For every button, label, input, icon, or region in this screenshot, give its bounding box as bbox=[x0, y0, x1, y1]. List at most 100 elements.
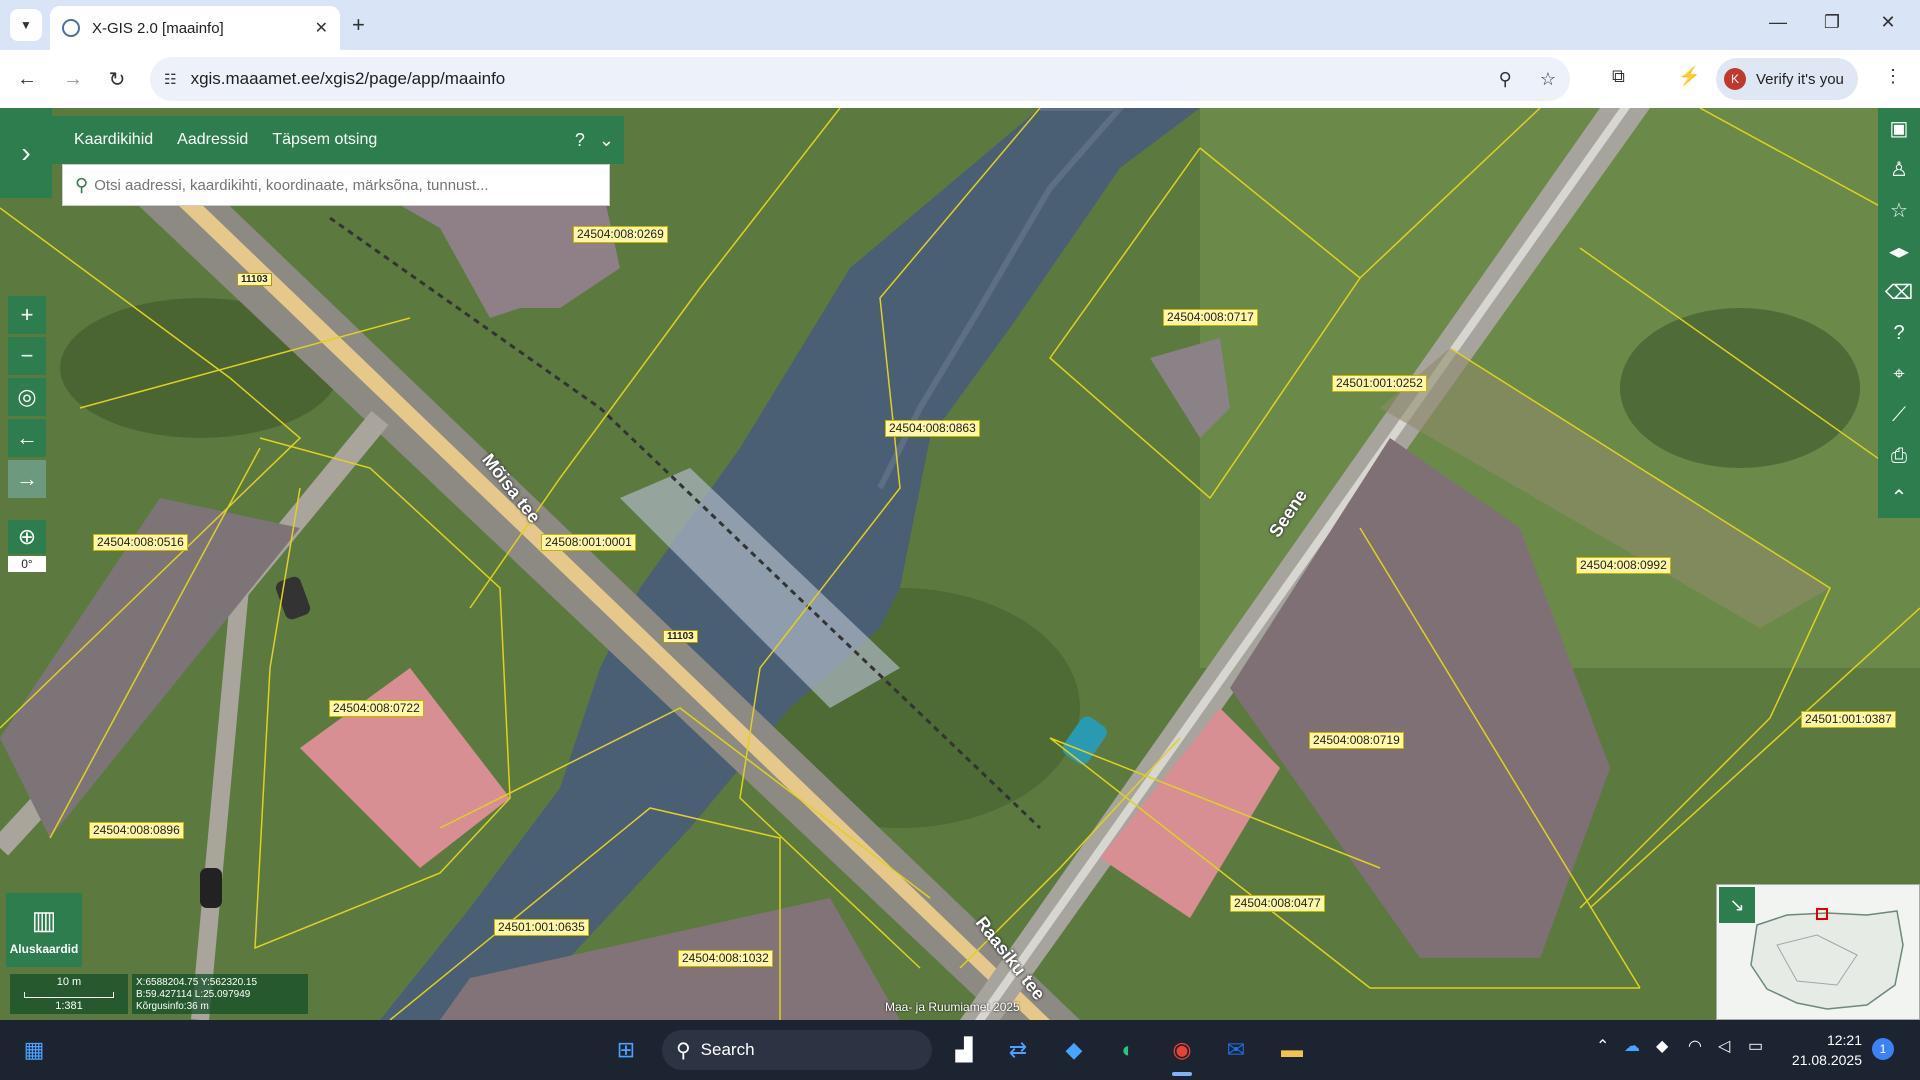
task-manager-icon[interactable]: ▟ bbox=[946, 1032, 982, 1068]
clock-date: 21.08.2025 bbox=[1791, 1052, 1862, 1068]
zoom-icon[interactable]: ⚲ bbox=[1499, 69, 1512, 90]
basemaps-button[interactable]: ▥ Aluskaardid bbox=[6, 893, 82, 967]
search-input[interactable] bbox=[94, 176, 595, 194]
print-icon[interactable]: ⎙ bbox=[1878, 436, 1920, 477]
address-bar[interactable]: ☷ xgis.maaamet.ee/xgis2/page/app/maainfo… bbox=[150, 57, 1570, 101]
edge-browser-icon[interactable]: ◐ bbox=[1110, 1032, 1146, 1068]
map-canvas[interactable]: 24504:008:0269 24504:008:0717 24501:001:… bbox=[0, 108, 1920, 1020]
parcel-label[interactable]: 24504:008:0516 bbox=[93, 534, 188, 551]
locate-icon[interactable]: ◎ bbox=[8, 378, 46, 416]
site-info-icon[interactable]: ☷ bbox=[164, 71, 177, 88]
help-icon[interactable]: ? bbox=[1878, 313, 1920, 354]
profile-verify-button[interactable]: K Verify it's you bbox=[1716, 58, 1858, 100]
parcel-label[interactable]: 24504:008:0717 bbox=[1163, 309, 1258, 326]
back-button[interactable]: ← bbox=[12, 64, 42, 94]
volume-icon[interactable]: ◁ bbox=[1718, 1036, 1730, 1056]
parcel-label[interactable]: 24504:008:1032 bbox=[678, 950, 773, 967]
tab-close-icon[interactable]: ✕ bbox=[315, 18, 328, 38]
active-app-indicator bbox=[1172, 1072, 1192, 1076]
right-toolbar: ▣ ♙ ☆ ◂▸ ⌫ ? ⌖ ⟋ ⎙ ⌃ bbox=[1878, 108, 1920, 518]
clock-time: 12:21 bbox=[1826, 1032, 1862, 1048]
browser-tab-bar: ▼ X-GIS 2.0 [maainfo] ✕ + — ❐ ✕ bbox=[0, 0, 1920, 50]
search-field[interactable]: ⚲ bbox=[62, 164, 610, 206]
dropbox-tray-icon[interactable]: ◆ bbox=[1656, 1036, 1668, 1056]
compass-icon[interactable]: ⊕ bbox=[8, 520, 46, 554]
eraser-icon[interactable]: ⌫ bbox=[1878, 272, 1920, 313]
search-icon: ⚲ bbox=[676, 1039, 691, 1062]
zoom-out-button[interactable]: − bbox=[8, 337, 46, 375]
scale-ratio: 1:381 bbox=[55, 1000, 83, 1012]
browser-toolbar: ← → ↻ ☷ xgis.maaamet.ee/xgis2/page/app/m… bbox=[0, 50, 1920, 108]
favorites-star-icon[interactable]: ☆ bbox=[1878, 190, 1920, 231]
performance-icon[interactable]: ⚡ bbox=[1678, 66, 1700, 87]
parcel-label[interactable]: 24501:001:0387 bbox=[1801, 711, 1896, 728]
tab-search-button[interactable]: ▼ bbox=[10, 9, 42, 41]
show-hidden-icons-icon[interactable]: ⌃ bbox=[1596, 1036, 1609, 1056]
expand-panel-button[interactable]: › bbox=[0, 108, 52, 198]
parcel-label[interactable]: 24504:008:0896 bbox=[89, 822, 184, 839]
collapse-chevron-icon[interactable]: ⌄ bbox=[599, 130, 614, 151]
minimize-button[interactable]: — bbox=[1758, 12, 1798, 33]
new-tab-button[interactable]: + bbox=[352, 12, 365, 38]
globe-icon bbox=[62, 19, 80, 37]
widgets-icon[interactable]: ▦ bbox=[16, 1032, 52, 1068]
verify-label: Verify it's you bbox=[1756, 70, 1844, 88]
next-view-button[interactable]: → bbox=[8, 460, 46, 498]
forward-button[interactable]: → bbox=[58, 64, 88, 94]
reload-button[interactable]: ↻ bbox=[102, 64, 132, 94]
teamviewer-icon[interactable]: ⇄ bbox=[1000, 1032, 1036, 1068]
location-pin-icon[interactable]: ⌖ bbox=[1878, 354, 1920, 395]
parcel-label[interactable]: 24508:001:0001 bbox=[541, 534, 636, 551]
parcel-label[interactable]: 24501:001:0252 bbox=[1332, 375, 1427, 392]
outlook-icon[interactable]: ✉ bbox=[1218, 1032, 1254, 1068]
battery-icon[interactable]: ▭ bbox=[1748, 1036, 1763, 1056]
parcel-label[interactable]: 24504:008:0269 bbox=[573, 226, 668, 243]
zoom-in-button[interactable]: + bbox=[8, 296, 46, 334]
copyright-text: Maa- ja Ruumiamet 2025 bbox=[885, 1000, 1020, 1014]
coords-xy: X:6588204.75 Y:562320.15 bbox=[136, 977, 258, 988]
collapse-up-icon[interactable]: ⌃ bbox=[1878, 477, 1920, 518]
coordinates-readout: X:6588204.75 Y:562320.15 B:59.427114 L:2… bbox=[132, 974, 308, 1014]
tab-title: X-GIS 2.0 [maainfo] bbox=[92, 19, 224, 37]
search-panel-header: Kaardikihid Aadressid Täpsem otsing ? ⌄ bbox=[52, 116, 624, 164]
menu-icon[interactable]: ⋮ bbox=[1884, 66, 1902, 87]
onedrive-icon[interactable]: ☁ bbox=[1624, 1036, 1640, 1056]
extensions-icon[interactable]: ⧉ bbox=[1612, 66, 1625, 87]
parcel-label[interactable]: 24504:008:0863 bbox=[885, 420, 980, 437]
wifi-icon[interactable]: ◠ bbox=[1688, 1036, 1702, 1056]
system-clock[interactable]: 12:21 21.08.2025 bbox=[1786, 1030, 1862, 1070]
compare-icon[interactable]: ◂▸ bbox=[1878, 231, 1920, 272]
tab-map-layers[interactable]: Kaardikihid bbox=[74, 131, 153, 149]
taskbar-search-label: Search bbox=[700, 1040, 755, 1059]
elevation-info: Kõrgusinfo:36 m bbox=[136, 1001, 209, 1012]
road-number-label: 11103 bbox=[237, 273, 272, 286]
tab-addresses[interactable]: Aadressid bbox=[177, 131, 248, 149]
feedback-icon[interactable]: ▣ bbox=[1878, 108, 1920, 149]
parcel-label[interactable]: 24504:008:0477 bbox=[1230, 895, 1325, 912]
user-icon[interactable]: ♙ bbox=[1878, 149, 1920, 190]
parcel-label[interactable]: 24501:001:0635 bbox=[494, 919, 589, 936]
coords-bl: B:59.427114 L:25.097949 bbox=[136, 989, 251, 1000]
url-text[interactable]: xgis.maaamet.ee/xgis2/page/app/maainfo bbox=[191, 69, 1485, 89]
previous-view-button[interactable]: ← bbox=[8, 419, 46, 457]
close-window-button[interactable]: ✕ bbox=[1868, 12, 1908, 33]
taskbar-search[interactable]: ⚲ Search bbox=[662, 1030, 932, 1070]
bookmark-star-icon[interactable]: ☆ bbox=[1540, 69, 1556, 90]
browser-tab[interactable]: X-GIS 2.0 [maainfo] ✕ bbox=[50, 6, 340, 50]
measure-ruler-icon[interactable]: ⟋ bbox=[1878, 395, 1920, 436]
start-windows-icon[interactable]: ⊞ bbox=[608, 1032, 644, 1068]
dropbox-icon[interactable]: ◆ bbox=[1056, 1032, 1092, 1068]
collapse-overview-icon[interactable]: ↘ bbox=[1719, 887, 1755, 923]
chrome-browser-icon[interactable]: ◉ bbox=[1164, 1032, 1200, 1068]
notification-badge[interactable]: 1 bbox=[1872, 1038, 1894, 1060]
parcel-label[interactable]: 24504:008:0722 bbox=[329, 700, 424, 717]
parcel-label[interactable]: 24504:008:0719 bbox=[1309, 732, 1404, 749]
basemaps-label: Aluskaardid bbox=[9, 941, 79, 956]
file-explorer-icon[interactable]: ▬ bbox=[1274, 1032, 1310, 1068]
maximize-button[interactable]: ❐ bbox=[1812, 12, 1852, 33]
help-icon[interactable]: ? bbox=[575, 130, 585, 151]
rotation-angle: 0° bbox=[8, 556, 46, 572]
overview-map[interactable]: ↘ bbox=[1716, 884, 1920, 1020]
tab-advanced-search[interactable]: Täpsem otsing bbox=[272, 131, 377, 149]
parcel-label[interactable]: 24504:008:0992 bbox=[1576, 557, 1671, 574]
